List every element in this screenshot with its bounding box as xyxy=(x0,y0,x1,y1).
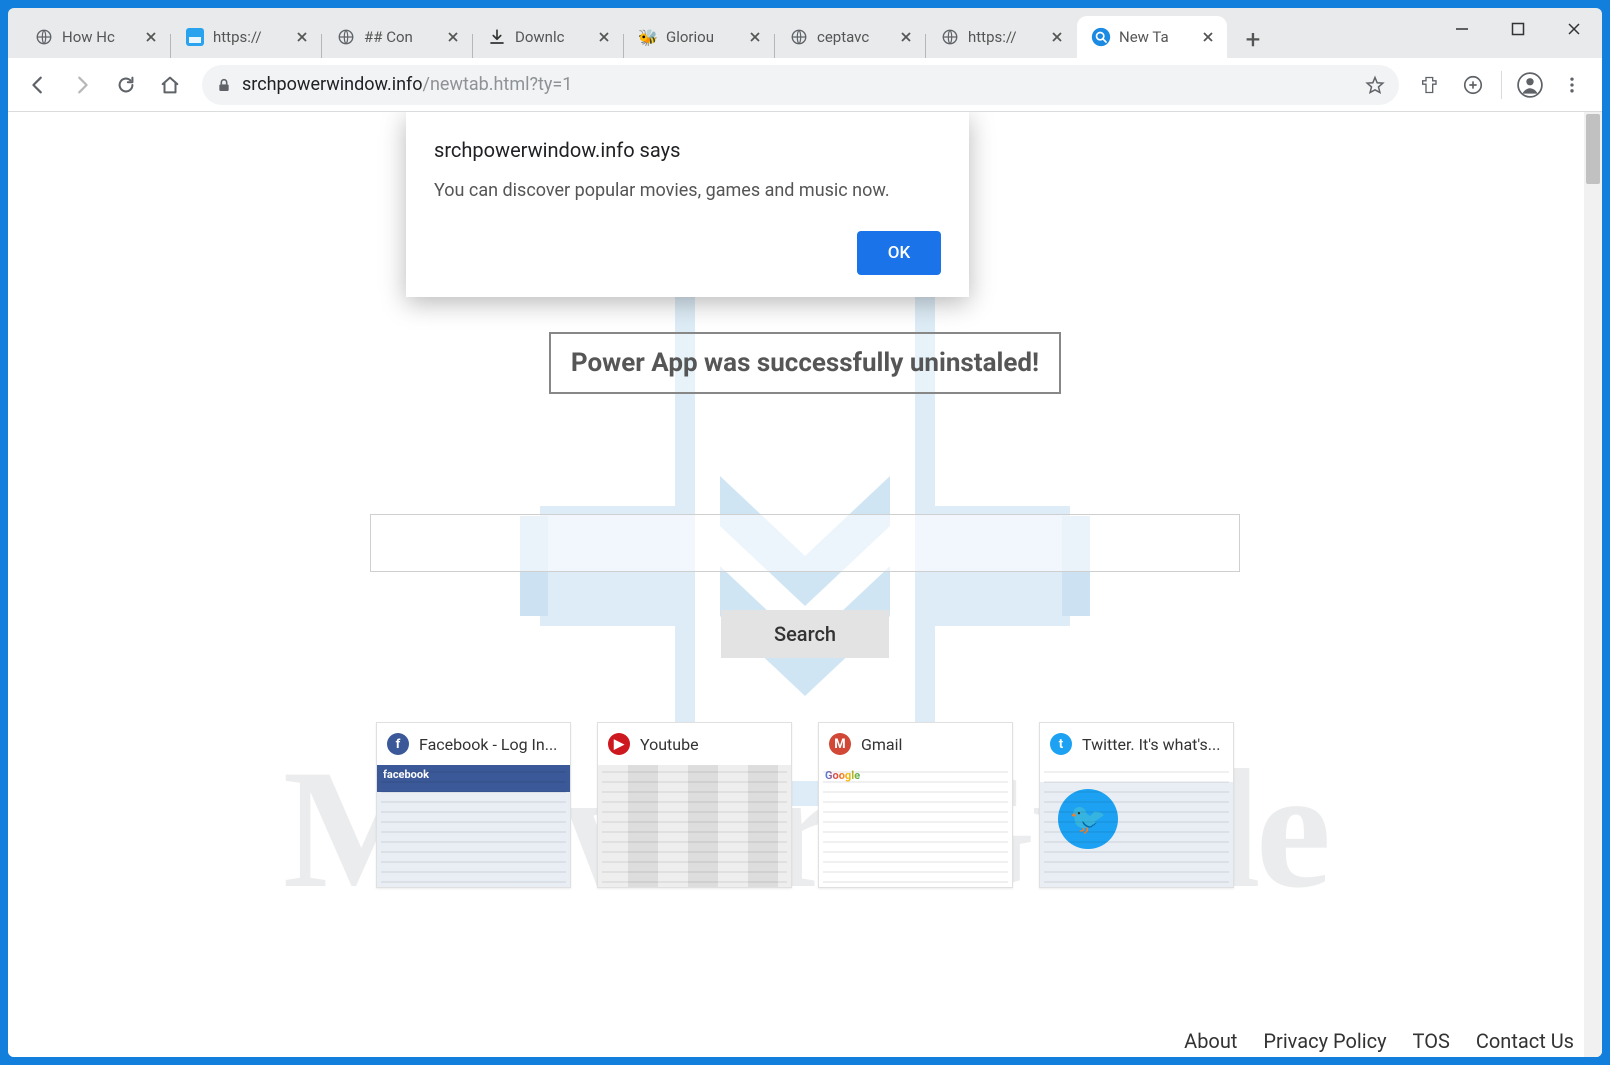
lock-icon xyxy=(216,77,232,93)
globe-icon xyxy=(940,27,960,47)
browser-tab[interactable]: 🐝 Gloriou xyxy=(624,16,774,58)
minimize-button[interactable] xyxy=(1434,8,1490,50)
address-bar[interactable]: srchpowerwindow.info/newtab.html?ty=1 xyxy=(202,65,1399,105)
tab-strip: How Hc https:// ## Con Downlc 🐝 Gloriou ceptav… xyxy=(8,8,1602,58)
tab-title: How Hc xyxy=(62,28,134,46)
home-button[interactable] xyxy=(150,65,190,105)
globe-icon xyxy=(336,27,356,47)
new-tab-button[interactable]: + xyxy=(1235,22,1271,58)
quick-link-tile[interactable]: t Twitter. It's what's... 🐦 xyxy=(1039,722,1234,888)
extension-icon[interactable] xyxy=(1411,65,1451,105)
search-button[interactable]: Search xyxy=(721,610,889,658)
quick-link-tile[interactable]: M Gmail xyxy=(818,722,1013,888)
close-window-button[interactable] xyxy=(1546,8,1602,50)
globe-icon xyxy=(789,27,809,47)
footer-link[interactable]: Contact Us xyxy=(1476,1029,1574,1053)
tile-title: Facebook - Log In... xyxy=(419,735,557,754)
footer-link[interactable]: TOS xyxy=(1413,1029,1450,1053)
dialog-origin: srchpowerwindow.info says xyxy=(434,138,941,162)
browser-tab[interactable]: Downlc xyxy=(473,16,623,58)
twitter-bird-icon: 🐦 xyxy=(1058,789,1118,849)
page-viewport: MalwareGuide Power App was successfully … xyxy=(8,112,1602,1057)
window-controls xyxy=(1434,8,1602,50)
quick-link-tile[interactable]: ▶ Youtube xyxy=(597,722,792,888)
tab-title: Downlc xyxy=(515,28,587,46)
tile-favicon-icon: ▶ xyxy=(608,733,630,755)
tile-thumbnail xyxy=(819,765,1012,887)
tab-title: New Ta xyxy=(1119,28,1191,46)
tab-close-button[interactable] xyxy=(1048,28,1066,46)
footer-link[interactable]: About xyxy=(1184,1029,1237,1053)
profile-avatar-icon[interactable] xyxy=(1510,65,1550,105)
tab-close-button[interactable] xyxy=(595,28,613,46)
tile-title: Twitter. It's what's... xyxy=(1082,735,1220,754)
tile-favicon-icon: f xyxy=(387,733,409,755)
vertical-scrollbar[interactable]: ▲ xyxy=(1584,112,1602,1057)
tab-title: Gloriou xyxy=(666,28,738,46)
browser-tab[interactable]: https:// xyxy=(171,16,321,58)
tab-close-button[interactable] xyxy=(897,28,915,46)
browser-tab[interactable]: How Hc xyxy=(20,16,170,58)
kebab-menu-icon[interactable] xyxy=(1552,65,1592,105)
search-box xyxy=(370,514,1240,572)
bee-icon: 🐝 xyxy=(638,27,658,47)
tile-title: Gmail xyxy=(861,735,902,754)
forward-button[interactable] xyxy=(62,65,102,105)
tab-close-button[interactable] xyxy=(444,28,462,46)
browser-tab[interactable]: New Ta xyxy=(1077,16,1227,58)
tile-favicon-icon: M xyxy=(829,733,851,755)
tile-thumbnail xyxy=(377,765,570,887)
back-button[interactable] xyxy=(18,65,58,105)
footer-links: About Privacy Policy TOS Contact Us xyxy=(1184,1029,1574,1053)
separator xyxy=(1501,71,1502,99)
tab-close-button[interactable] xyxy=(746,28,764,46)
search-input[interactable] xyxy=(371,515,1239,571)
search-icon xyxy=(1091,27,1111,47)
dialog-ok-button[interactable]: OK xyxy=(857,231,941,275)
dialog-message: You can discover popular movies, games a… xyxy=(434,180,941,201)
status-banner: Power App was successfully uninstaled! xyxy=(549,332,1061,394)
javascript-alert-dialog: srchpowerwindow.info says You can discov… xyxy=(406,112,969,297)
globe-icon xyxy=(34,27,54,47)
toolbar: srchpowerwindow.info/newtab.html?ty=1 xyxy=(8,58,1602,112)
tile-title: Youtube xyxy=(640,735,699,754)
site-icon xyxy=(185,27,205,47)
add-to-circle-icon[interactable] xyxy=(1453,65,1493,105)
browser-tab[interactable]: ceptavc xyxy=(775,16,925,58)
url-text: srchpowerwindow.info/newtab.html?ty=1 xyxy=(242,74,572,95)
tab-close-button[interactable] xyxy=(142,28,160,46)
tab-close-button[interactable] xyxy=(1199,28,1217,46)
tab-title: ceptavc xyxy=(817,28,889,46)
tab-title: https:// xyxy=(213,28,285,46)
browser-tab[interactable]: https:// xyxy=(926,16,1076,58)
reload-button[interactable] xyxy=(106,65,146,105)
footer-link[interactable]: Privacy Policy xyxy=(1263,1029,1386,1053)
tab-title: https:// xyxy=(968,28,1040,46)
quick-links-row: f Facebook - Log In... ▶ Youtube M Gmail t Twit… xyxy=(8,722,1602,888)
maximize-button[interactable] xyxy=(1490,8,1546,50)
bookmark-star-icon[interactable] xyxy=(1365,75,1385,95)
download-icon xyxy=(487,27,507,47)
tile-favicon-icon: t xyxy=(1050,733,1072,755)
tile-thumbnail: 🐦 xyxy=(1040,765,1233,887)
scrollbar-thumb[interactable] xyxy=(1586,114,1600,184)
tab-close-button[interactable] xyxy=(293,28,311,46)
tile-thumbnail xyxy=(598,765,791,887)
browser-tab[interactable]: ## Con xyxy=(322,16,472,58)
quick-link-tile[interactable]: f Facebook - Log In... xyxy=(376,722,571,888)
tab-title: ## Con xyxy=(364,28,436,46)
